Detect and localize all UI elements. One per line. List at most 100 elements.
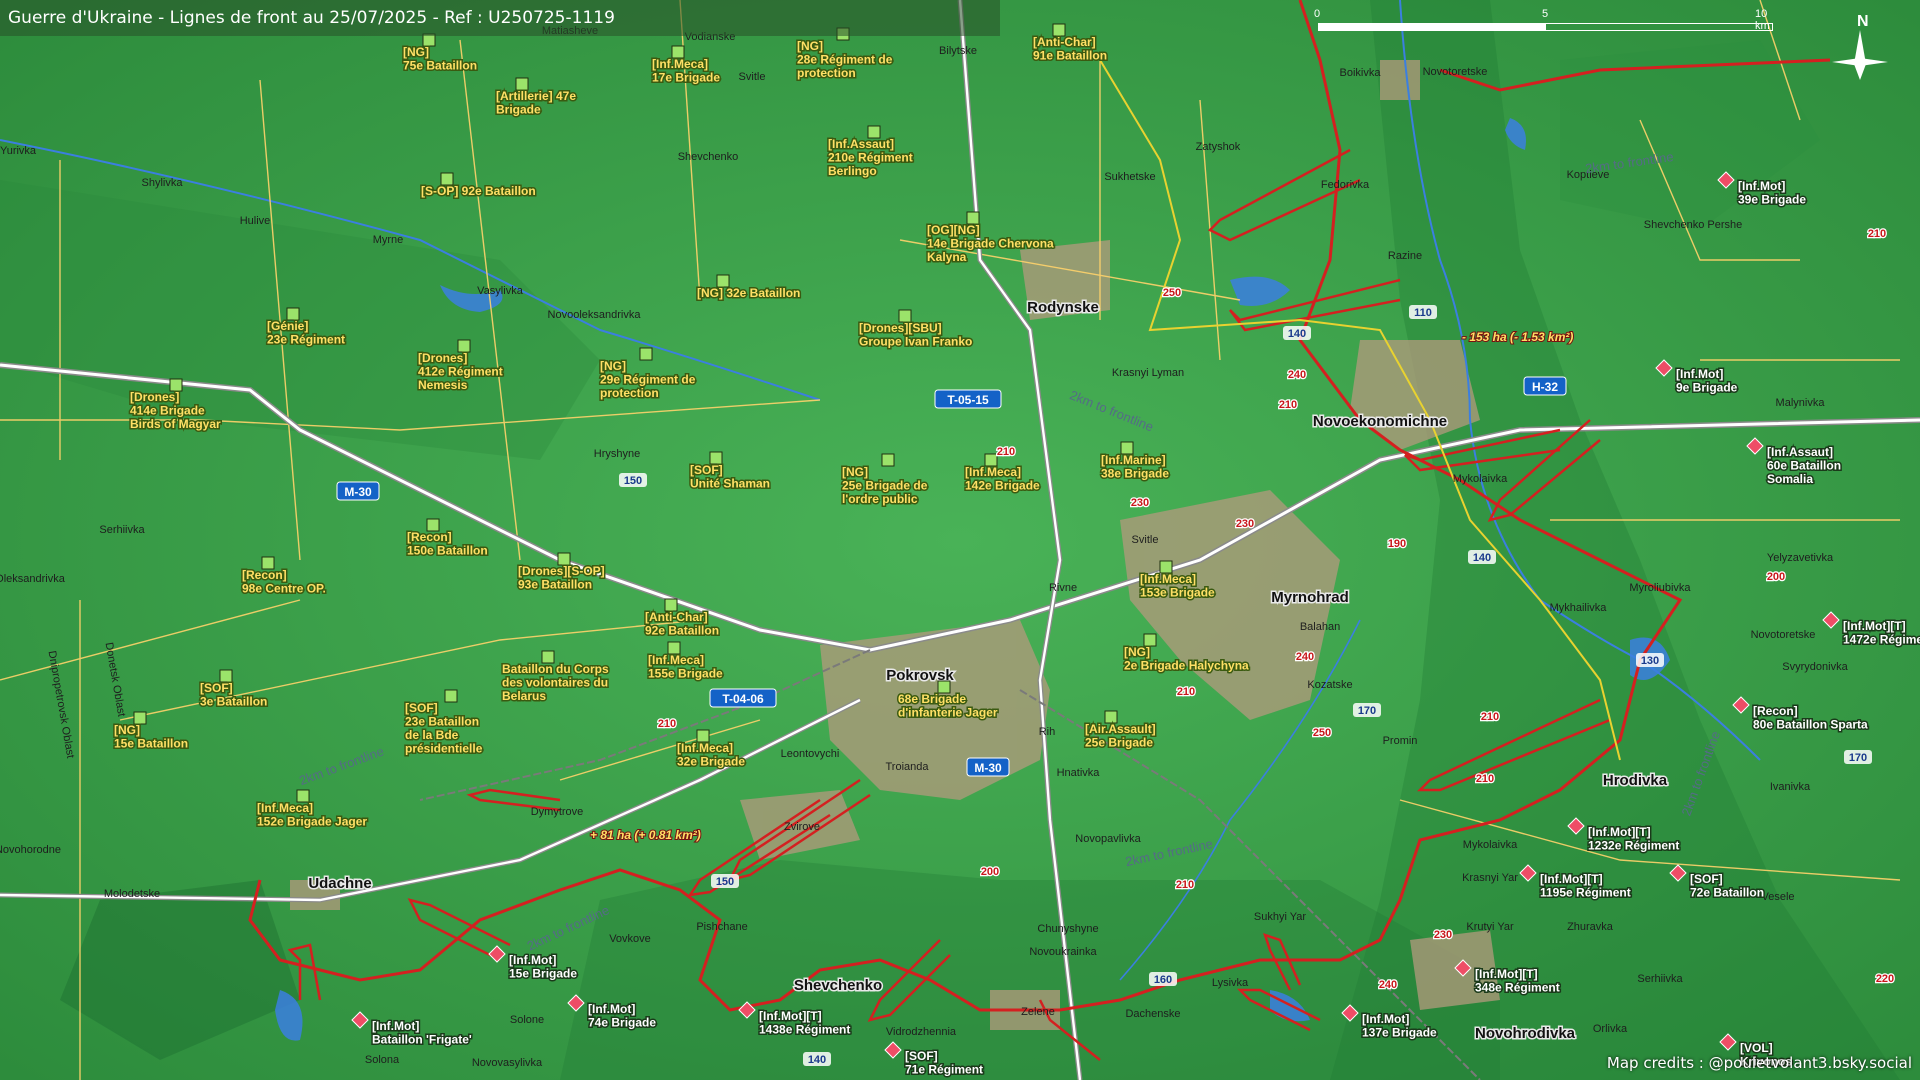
- territory-change-label: - 153 ha (- 1.53 km²): [1462, 330, 1573, 344]
- elevation-label: 240: [1288, 369, 1306, 381]
- road-number-label: 150: [624, 475, 642, 487]
- town-label: Sukhetske: [1104, 171, 1155, 183]
- town-label: Solone: [510, 1014, 544, 1026]
- road-shield-label: M-30: [974, 761, 1002, 775]
- town-label: Hulive: [240, 215, 271, 227]
- town-label: Zelene: [1021, 1006, 1055, 1018]
- road-number-label: 170: [1849, 752, 1867, 764]
- elevation-label: 210: [1476, 773, 1494, 785]
- elevation-label: 210: [1481, 711, 1499, 723]
- scale-label-5: 5: [1542, 8, 1549, 20]
- town-label: Krasnyi Lyman: [1112, 367, 1184, 379]
- town-label: Rivne: [1049, 582, 1077, 594]
- town-label: Oleksandrivka: [0, 573, 66, 585]
- scale-label-0: 0: [1314, 8, 1321, 20]
- road-number-label: 140: [1473, 552, 1491, 564]
- town-label: Zvirove: [784, 821, 820, 833]
- elevation-label: 240: [1379, 979, 1397, 991]
- town-label: Myrnohrad: [1271, 589, 1349, 606]
- elevation-label: 200: [1767, 571, 1785, 583]
- map-canvas[interactable]: PokrovskMyrnohradRodynskeNovoekonomichne…: [0, 0, 1920, 1080]
- ukraine-unit-label: [NG] 32e Bataillon: [697, 286, 800, 300]
- town-label: Krasnyi Yar: [1462, 872, 1518, 884]
- elevation-label: 250: [1163, 287, 1181, 299]
- town-label: Shevchenko: [678, 151, 739, 163]
- town-label: Solona: [365, 1054, 400, 1066]
- town-label: Svitle: [1132, 534, 1159, 546]
- north-arrow-icon: N: [1832, 13, 1888, 80]
- town-label: Hnativka: [1057, 767, 1101, 779]
- town-label: Sukhyi Yar: [1254, 911, 1307, 923]
- town-label: Shevchenko Pershe: [1644, 219, 1742, 231]
- elevation-label: 220: [1876, 973, 1894, 985]
- road-number-label: 170: [1358, 705, 1376, 717]
- elevation-label: 210: [1868, 228, 1886, 240]
- town-label: Novooleksandrivka: [548, 309, 642, 321]
- town-label: Novohorodne: [0, 844, 61, 856]
- elevation-label: 210: [997, 446, 1015, 458]
- ukraine-unit-marker[interactable]: [444, 689, 458, 703]
- elevation-label: 210: [1176, 879, 1194, 891]
- map-credits: Map credits : @pouletvolant3.bsky.social: [1606, 1054, 1912, 1072]
- ukraine-unit-label: [Drones][S-OP] 93e Bataillon: [518, 564, 605, 591]
- ukraine-unit-label: [S-OP] 92e Bataillon: [421, 184, 536, 198]
- town-label: Dymytrove: [531, 806, 584, 818]
- map-title: Guerre d'Ukraine - Lignes de front au 25…: [0, 0, 1000, 36]
- ukraine-unit-label: [Air.Assault] 25e Brigade: [1085, 722, 1156, 749]
- road-number-label: 160: [1154, 974, 1172, 986]
- road-number-label: 150: [716, 876, 734, 888]
- elevation-label: 250: [1313, 727, 1331, 739]
- town-label: Hryshyne: [594, 448, 640, 460]
- town-label: Shevchenko: [794, 977, 882, 994]
- town-label: Serhiivka: [99, 524, 145, 536]
- town-label: Novopavlivka: [1075, 833, 1141, 845]
- ukraine-unit-label: [Inf.Marine] 38e Brigade: [1101, 453, 1169, 480]
- town-label: Balahan: [1300, 621, 1340, 633]
- scale-bar: 0 5 10 km: [1310, 8, 1780, 34]
- town-label: Fedorivka: [1321, 179, 1370, 191]
- town-label: Novohrodivka: [1475, 1025, 1576, 1042]
- elevation-label: 210: [1177, 686, 1195, 698]
- town-label: Boikivka: [1340, 67, 1382, 79]
- town-label: Yelyzavetivka: [1767, 552, 1834, 564]
- town-label: Molodetske: [104, 888, 160, 900]
- town-label: Myroliubivka: [1629, 582, 1691, 594]
- town-label: Novovasylivka: [472, 1057, 543, 1069]
- town-label: Razine: [1388, 250, 1422, 262]
- town-label: Myrne: [373, 234, 404, 246]
- town-label: Rih: [1039, 726, 1056, 738]
- elevation-label: 200: [981, 866, 999, 878]
- town-label: Hrodivka: [1603, 772, 1668, 789]
- town-label: Kozatske: [1307, 679, 1352, 691]
- town-label: Leontovychi: [781, 748, 840, 760]
- territory-change-label: + 81 ha (+ 0.81 km²): [590, 828, 701, 842]
- road-shield-label: T-04-06: [722, 692, 764, 706]
- town-label: Mykhailivka: [1550, 602, 1608, 614]
- road-number-label: 140: [808, 1054, 826, 1066]
- town-label: Rodynske: [1027, 299, 1099, 316]
- town-label: Vovkove: [609, 933, 651, 945]
- town-label: Yurivka: [0, 145, 37, 157]
- town-label: Vasylivka: [477, 285, 524, 297]
- road-shield-label: T-05-15: [947, 393, 989, 407]
- north-label: N: [1857, 13, 1869, 30]
- road-shield-label: H-32: [1532, 380, 1558, 394]
- town-label: Novoekonomichne: [1313, 413, 1447, 430]
- town-label: Krutyi Yar: [1466, 921, 1514, 933]
- town-label: Orlivka: [1593, 1023, 1628, 1035]
- town-label: Lysivka: [1212, 977, 1249, 989]
- town-label: Chunyshyne: [1037, 923, 1098, 935]
- ukraine-unit-marker[interactable]: [639, 347, 653, 361]
- town-label: Zatyshok: [1196, 141, 1241, 153]
- elevation-label: 230: [1236, 518, 1254, 530]
- town-label: Vidrodzhennia: [886, 1026, 957, 1038]
- road-shield-label: M-30: [344, 485, 372, 499]
- town-label: Pishchane: [696, 921, 747, 933]
- town-label: Bilytske: [939, 45, 977, 57]
- ukraine-unit-marker[interactable]: [881, 453, 895, 467]
- town-label: Udachne: [308, 875, 371, 892]
- road-number-label: 140: [1288, 328, 1306, 340]
- town-label: Svitle: [739, 71, 766, 83]
- town-label: Mykolaivka: [1453, 473, 1508, 485]
- elevation-label: 210: [658, 718, 676, 730]
